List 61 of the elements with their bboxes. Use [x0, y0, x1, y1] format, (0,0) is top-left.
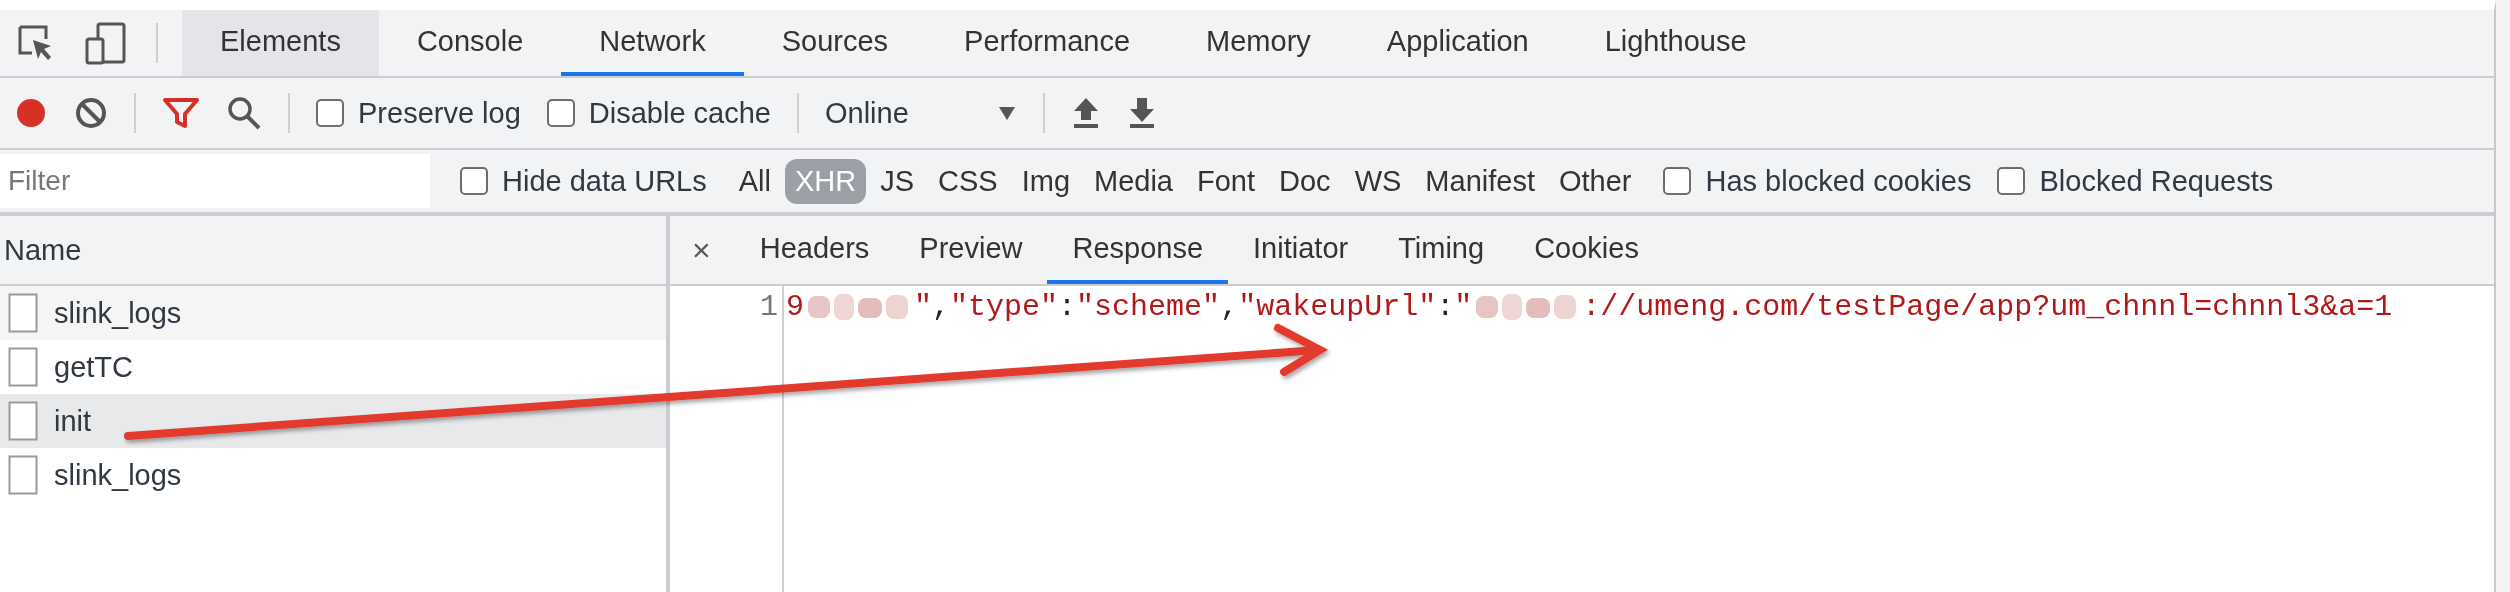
json-string: " [1454, 290, 1473, 324]
device-icon[interactable] [84, 21, 128, 65]
json-punctuation: , [1220, 290, 1239, 324]
preserve-log-label[interactable]: Preserve log [358, 96, 521, 130]
type-filter[interactable]: Doc [1269, 158, 1341, 204]
dropdown-arrow-icon [996, 105, 1017, 121]
clear-icon[interactable] [74, 96, 108, 130]
filter-icon[interactable] [162, 96, 200, 130]
type-filter[interactable]: CSS [928, 158, 1008, 204]
detail-tab[interactable]: Cookies [1509, 216, 1664, 284]
panel-tab[interactable]: Network [561, 10, 744, 76]
blocked-requests-label[interactable]: Blocked Requests [2039, 164, 2274, 198]
detail-tab[interactable]: Timing [1373, 216, 1510, 284]
type-filter[interactable]: Media [1084, 158, 1183, 204]
checkbox[interactable] [316, 99, 344, 127]
type-filter[interactable]: All [728, 158, 781, 204]
checkbox[interactable] [1663, 167, 1692, 195]
panel-tab[interactable]: Console [378, 10, 562, 76]
json-string: ://umeng.com/testPage/app?um_chnnl=chnnl3&a=1 [1582, 290, 2393, 324]
panel-tab[interactable]: Performance [926, 10, 1169, 76]
panel-tab[interactable]: Application [1348, 10, 1567, 76]
type-filter[interactable]: JS [870, 158, 925, 204]
type-filter[interactable]: Img [1011, 158, 1080, 204]
panel-tab[interactable]: Sources [743, 10, 927, 76]
hide-data-urls-label[interactable]: Hide data URLs [502, 164, 707, 198]
json-string: "wakeupUrl" [1238, 290, 1437, 324]
panel-tab[interactable]: Memory [1168, 10, 1349, 76]
checkbox[interactable] [460, 167, 488, 195]
detail-tab[interactable]: Headers [734, 216, 895, 284]
file-icon [8, 455, 38, 495]
record-icon[interactable] [14, 96, 48, 130]
type-filter[interactable]: Manifest [1415, 158, 1545, 204]
json-string: "scheme" [1076, 290, 1221, 324]
file-icon [8, 401, 38, 441]
checkbox[interactable] [546, 99, 575, 127]
json-string: "type" [950, 290, 1059, 324]
json-punctuation: : [1058, 290, 1077, 324]
line-number: 1 [760, 290, 778, 324]
checkbox[interactable] [1997, 167, 2026, 195]
json-punctuation: , [932, 290, 951, 324]
detail-tab[interactable]: Response [1047, 216, 1229, 284]
panel-tab[interactable]: Lighthouse [1566, 10, 1785, 76]
file-icon [8, 293, 38, 333]
search-icon[interactable] [226, 95, 262, 131]
detail-tab[interactable]: Preview [894, 216, 1048, 284]
type-filter[interactable]: Font [1187, 158, 1266, 204]
disable-cache-label[interactable]: Disable cache [588, 96, 771, 130]
json-string: " [914, 290, 933, 324]
type-filter[interactable]: Other [1548, 158, 1642, 204]
filter-field[interactable]: Filter [0, 154, 430, 208]
json-punctuation: : [1436, 290, 1455, 324]
detail-tab[interactable]: Initiator [1228, 216, 1374, 284]
type-filter[interactable]: WS [1344, 158, 1412, 204]
panel-tab[interactable]: Elements [182, 10, 379, 76]
json-string: 9 [786, 290, 804, 324]
close-button[interactable]: × [692, 231, 711, 269]
request-row[interactable]: slink_logs [0, 286, 666, 340]
file-icon [8, 347, 38, 387]
name-column-header[interactable]: Name [0, 216, 666, 286]
has-blocked-cookies-label[interactable]: Has blocked cookies [1705, 164, 1972, 198]
throttling-dropdown[interactable]: Online [824, 96, 1017, 130]
